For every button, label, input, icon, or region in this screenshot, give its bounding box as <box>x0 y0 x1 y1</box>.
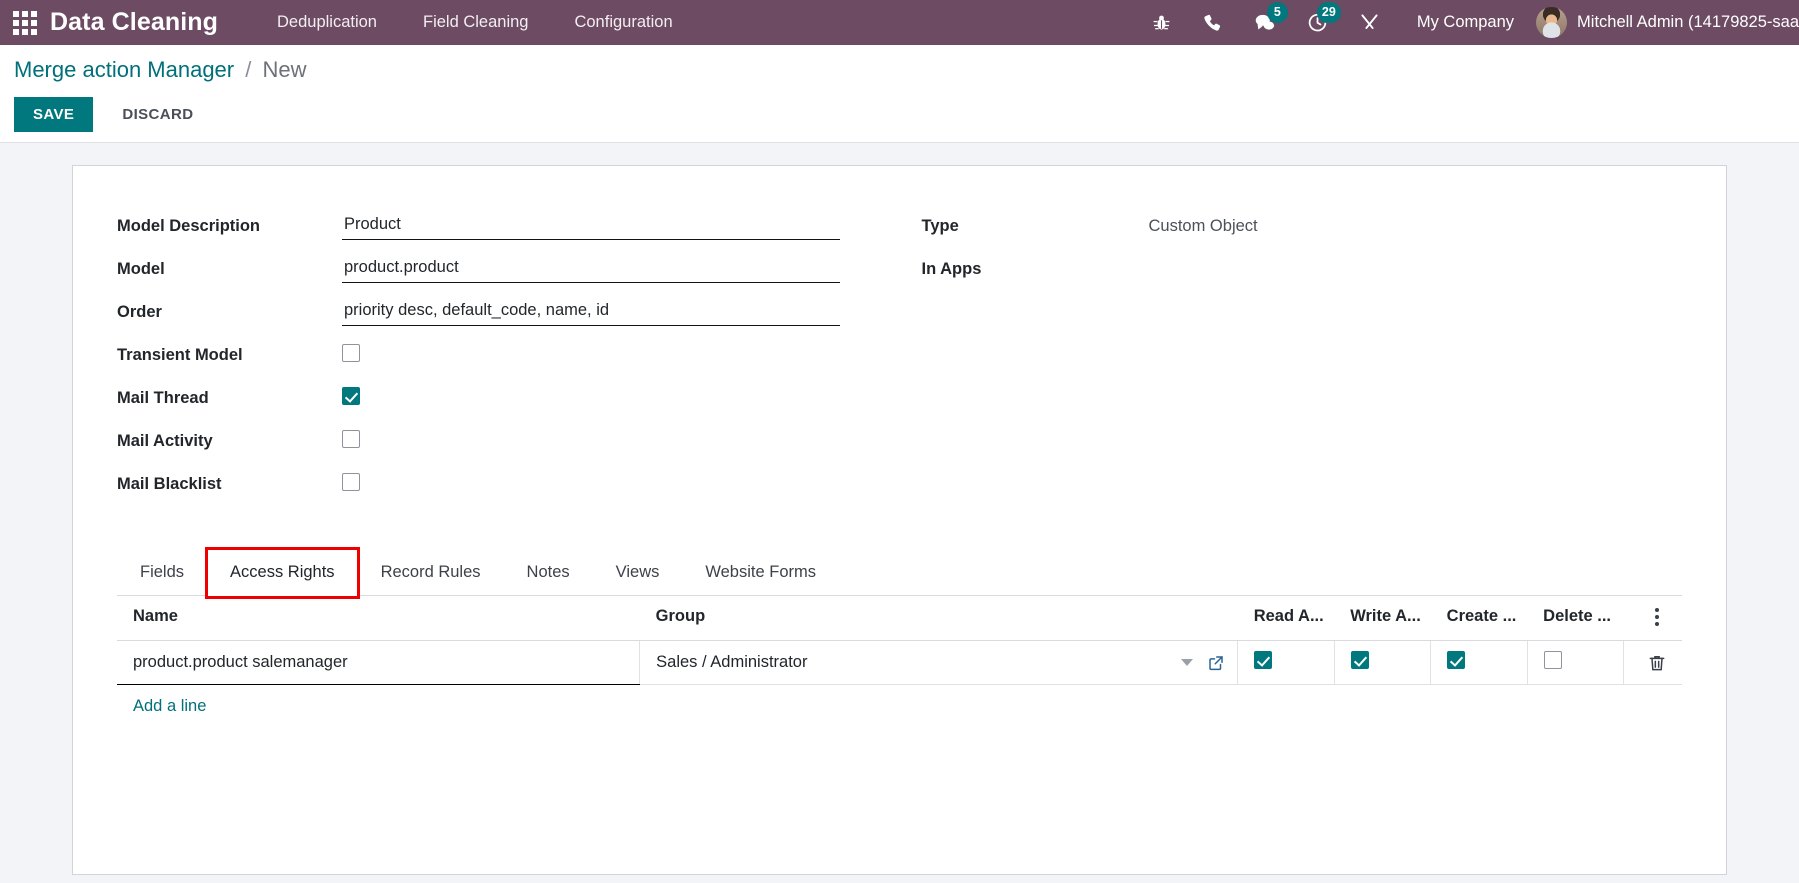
label-order: Order <box>117 302 162 321</box>
value-type: Custom Object <box>1148 216 1258 235</box>
discard-button[interactable]: DISCARD <box>106 97 209 132</box>
column-header-delete-access[interactable]: Delete ... <box>1527 596 1624 641</box>
user-menu[interactable]: Mitchell Admin (14179825-saa <box>1536 7 1799 38</box>
menu-configuration[interactable]: Configuration <box>551 13 695 32</box>
value-in-apps <box>1147 258 1151 280</box>
checkbox-mail-activity[interactable] <box>342 429 360 448</box>
checkbox-create-access[interactable] <box>1447 651 1466 669</box>
cell-group-text: Sales / Administrator <box>656 653 808 671</box>
form-sheet: Model Description Product Model product.… <box>72 165 1727 875</box>
add-a-line-button[interactable]: Add a line <box>117 685 206 716</box>
breadcrumb: Merge action Manager / New <box>14 57 1785 83</box>
menu-deduplication[interactable]: Deduplication <box>254 13 400 32</box>
vertical-dots-icon[interactable] <box>1640 607 1674 626</box>
external-link-icon[interactable] <box>1207 654 1225 672</box>
column-header-group[interactable]: Group <box>639 596 1238 641</box>
notebook: Fields Access Rights Record Rules Notes … <box>73 547 1726 599</box>
field-mail-thread-row: Mail Thread <box>117 380 900 416</box>
breadcrumb-separator: / <box>245 57 252 82</box>
field-model-description-row: Model Description Product <box>117 208 900 244</box>
breadcrumb-current: New <box>262 57 307 82</box>
save-button[interactable]: SAVE <box>14 97 94 132</box>
tab-record-rules[interactable]: Record Rules <box>358 548 504 596</box>
label-model-description: Model Description <box>117 216 261 235</box>
phone-icon[interactable] <box>1187 0 1238 45</box>
field-mail-blacklist-row: Mail Blacklist <box>117 466 900 502</box>
bug-icon[interactable] <box>1136 0 1187 45</box>
trash-icon[interactable] <box>1640 653 1674 673</box>
form-column-right: Type Custom Object In Apps <box>900 208 1683 509</box>
field-order-row: Order priority desc, default_code, name,… <box>117 294 900 330</box>
control-panel: Merge action Manager / New SAVE DISCARD <box>0 45 1799 143</box>
action-buttons: SAVE DISCARD <box>14 97 1785 132</box>
tab-views[interactable]: Views <box>593 548 683 596</box>
field-mail-activity-row: Mail Activity <box>117 423 900 459</box>
column-header-name[interactable]: Name <box>117 596 640 641</box>
cell-delete-access[interactable] <box>1527 640 1625 685</box>
notebook-tabs: Fields Access Rights Record Rules Notes … <box>117 547 1682 599</box>
cell-name[interactable]: product.product salemanager <box>117 640 641 685</box>
activities-badge: 29 <box>1316 2 1341 23</box>
field-transient-model-row: Transient Model <box>117 337 900 373</box>
tab-website-forms[interactable]: Website Forms <box>682 548 839 596</box>
activities-clock-icon[interactable]: 29 <box>1291 0 1344 45</box>
app-brand-title[interactable]: Data Cleaning <box>50 8 218 37</box>
label-mail-activity: Mail Activity <box>117 431 213 450</box>
checkbox-transient-model[interactable] <box>342 343 360 362</box>
cell-create-access[interactable] <box>1430 640 1528 685</box>
top-navbar: Data Cleaning Deduplication Field Cleani… <box>0 0 1799 45</box>
username-label: Mitchell Admin (14179825-saa <box>1577 13 1799 31</box>
cell-write-access[interactable] <box>1334 640 1432 685</box>
label-in-apps: In Apps <box>921 259 982 278</box>
checkbox-delete-access[interactable] <box>1543 651 1562 669</box>
table-row[interactable]: product.product salemanager Sales / Admi… <box>117 640 1682 685</box>
company-selector[interactable]: My Company <box>1395 13 1536 32</box>
field-model-row: Model product.product <box>117 251 900 287</box>
messages-badge: 5 <box>1266 2 1288 23</box>
access-rights-list: Name Group Read A... Write A... Create .… <box>73 596 1726 716</box>
messages-icon[interactable]: 5 <box>1238 0 1291 45</box>
navbar-right-group: 5 29 My Company Mitchell Admin (14179825… <box>1136 0 1799 45</box>
field-type-row: Type Custom Object <box>922 208 1683 244</box>
tab-notes[interactable]: Notes <box>504 548 593 596</box>
table-header-row: Name Group Read A... Write A... Create .… <box>117 596 1682 641</box>
breadcrumb-root[interactable]: Merge action Manager <box>14 57 234 82</box>
tools-icon[interactable] <box>1344 0 1395 45</box>
column-header-read-access[interactable]: Read A... <box>1237 596 1335 641</box>
tab-fields[interactable]: Fields <box>117 548 207 596</box>
input-model-description[interactable]: Product <box>342 213 840 240</box>
label-transient-model: Transient Model <box>117 345 243 364</box>
checkbox-read-access[interactable] <box>1254 651 1273 669</box>
label-mail-blacklist: Mail Blacklist <box>117 474 222 493</box>
tab-access-rights-label: Access Rights <box>230 563 335 581</box>
cell-name-text: product.product salemanager <box>133 653 348 671</box>
apps-grid-icon[interactable] <box>10 8 40 38</box>
cell-row-actions <box>1623 640 1682 685</box>
column-header-write-access[interactable]: Write A... <box>1334 596 1431 641</box>
label-mail-thread: Mail Thread <box>117 388 209 407</box>
tab-access-rights[interactable]: Access Rights <box>205 547 360 599</box>
label-type: Type <box>921 216 959 235</box>
cell-group[interactable]: Sales / Administrator <box>639 640 1239 685</box>
access-rights-table: Name Group Read A... Write A... Create .… <box>117 596 1682 685</box>
sheet-container: Model Description Product Model product.… <box>0 143 1799 875</box>
cell-read-access[interactable] <box>1237 640 1335 685</box>
menu-field-cleaning[interactable]: Field Cleaning <box>400 13 551 32</box>
column-header-create-access[interactable]: Create ... <box>1430 596 1528 641</box>
label-model: Model <box>117 259 165 278</box>
input-model[interactable]: product.product <box>342 256 840 283</box>
field-in-apps-row: In Apps <box>922 251 1683 287</box>
form-column-left: Model Description Product Model product.… <box>117 208 900 509</box>
checkbox-write-access[interactable] <box>1350 651 1369 669</box>
form-columns: Model Description Product Model product.… <box>73 208 1726 509</box>
column-options-header <box>1623 596 1682 641</box>
checkbox-mail-blacklist[interactable] <box>342 472 360 491</box>
input-order[interactable]: priority desc, default_code, name, id <box>342 299 840 326</box>
checkbox-mail-thread[interactable] <box>342 386 360 405</box>
chevron-down-icon[interactable] <box>1181 659 1194 666</box>
avatar <box>1536 7 1568 38</box>
